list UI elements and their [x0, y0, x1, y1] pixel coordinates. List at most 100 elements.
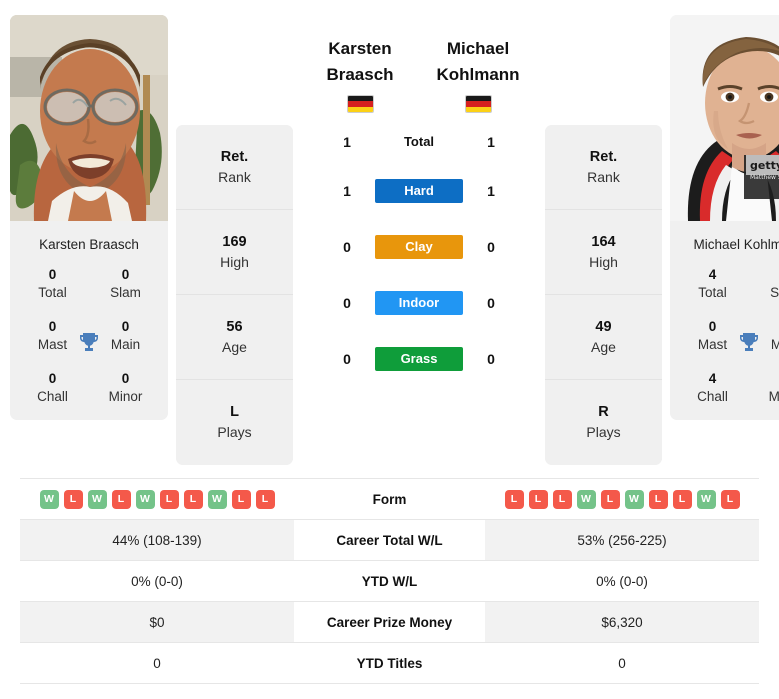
right-titles-chall-value: 4 [708, 371, 717, 386]
left-titles-chall: 0 Chall [16, 370, 89, 406]
left-titles-minor: 0 Minor [89, 370, 162, 406]
form-chip-loss[interactable]: L [183, 489, 203, 509]
left-player-first-name: Karsten [328, 39, 392, 58]
form-chip-loss[interactable]: L [111, 489, 131, 509]
right-player-first-name: Michael [446, 39, 510, 58]
surface-badge-hard[interactable]: Hard [375, 179, 463, 203]
left-stat-high: 169 High [176, 210, 293, 295]
left-titles-total: 0 Total [16, 266, 89, 302]
table-row: 0% (0-0) YTD W/L 0% (0-0) [20, 560, 759, 602]
right-player-last-name: Kohlmann [436, 65, 520, 84]
right-player-titles: 4 Total 0 Slam 0 Mast 0 Main 4 Chall [670, 266, 779, 420]
left-titles-slam-value: 0 [121, 267, 130, 282]
player-comparison-page: Karsten Braasch 0 Total 0 Slam 0 Mast 0 … [0, 0, 779, 699]
h2h-row-hard: 1 Hard 1 [301, 163, 537, 219]
table-row: $0 Career Prize Money $6,320 [20, 601, 759, 643]
right-titles-total: 4 Total [676, 266, 749, 302]
form-chip-win[interactable]: W [624, 489, 644, 509]
form-chip-win[interactable]: W [39, 489, 59, 509]
table-row: 44% (108-139) Career Total W/L 53% (256-22… [20, 519, 759, 561]
form-chip-loss[interactable]: L [600, 489, 620, 509]
table-row: 0 YTD Titles 0 [20, 642, 759, 684]
left-titles-chall-value: 0 [48, 371, 57, 386]
form-chip-loss[interactable]: L [648, 489, 668, 509]
h2h-left-count-indoor: 0 [343, 295, 351, 311]
right-player-name-block[interactable]: Michael Kohlmann [419, 36, 537, 113]
right-stat-age-value: 49 [595, 318, 612, 335]
left-stat-plays: L Plays [176, 380, 293, 465]
surface-badge-total: Total [403, 134, 435, 149]
h2h-right-count-hard: 1 [487, 183, 495, 199]
form-chip-loss[interactable]: L [720, 489, 740, 509]
right-stat-rank-value: Ret. [589, 148, 618, 165]
h2h-right-count-indoor: 0 [487, 295, 495, 311]
form-chip-win[interactable]: W [696, 489, 716, 509]
right-stat-age-label: Age [591, 338, 616, 355]
right-stat-age: 49 Age [545, 295, 662, 380]
right-player-photo: gettyimages Matthew Stockman [670, 15, 779, 221]
h2h-right-count-clay: 0 [487, 239, 495, 255]
left-stat-rank-value: Ret. [220, 148, 249, 165]
right-stat-high: 164 High [545, 210, 662, 295]
right-player-card[interactable]: gettyimages Matthew Stockman Michael Koh… [670, 15, 779, 420]
left-value-cell: 44% (108-139) [20, 519, 294, 561]
form-chip-loss[interactable]: L [63, 489, 83, 509]
h2h-row-indoor: 0 Indoor 0 [301, 275, 537, 331]
left-player-photo-name: Karsten Braasch [10, 221, 168, 266]
left-titles-total-label: Total [38, 285, 67, 300]
form-chip-loss[interactable]: L [231, 489, 251, 509]
right-player-germany-flag-icon [464, 95, 492, 113]
right-stat-plays-value: R [598, 404, 609, 420]
left-stat-age-label: Age [222, 338, 247, 355]
row-label-cell: Form [294, 478, 485, 520]
left-titles-slam-label: Slam [110, 285, 141, 300]
form-chip-win[interactable]: W [135, 489, 155, 509]
comparison-stats-table: W L W L W L L W L L Form L L L W L W L L W L 44% (108-139) Car… [20, 478, 759, 684]
left-stat-age: 56 Age [176, 295, 293, 380]
right-value-cell: LLLWLWLLWL [485, 478, 759, 520]
left-value-cell: WLWLWLLWLL [20, 478, 294, 520]
surface-breakdown-list: 1 Total 1 1 Hard 1 0 Clay 0 0 Indoor 0 0 Grass 0 [301, 121, 537, 387]
form-chip-loss[interactable]: L [504, 489, 524, 509]
form-chip-win[interactable]: W [576, 489, 596, 509]
left-player-photo [10, 15, 168, 221]
h2h-row-grass: 0 Grass 0 [301, 331, 537, 387]
left-stat-high-label: High [220, 253, 249, 270]
comparison-header: Karsten Braasch 0 Total 0 Slam 0 Mast 0 … [0, 0, 779, 470]
surface-badge-indoor[interactable]: Indoor [375, 291, 463, 315]
left-stat-column: Ret. Rank 169 High 56 Age L Plays [176, 125, 293, 465]
right-form-strip: LLLWLWLLWL [485, 489, 759, 509]
right-stat-high-label: High [589, 253, 618, 270]
left-titles-minor-value: 0 [121, 371, 130, 386]
left-player-card[interactable]: Karsten Braasch 0 Total 0 Slam 0 Mast 0 … [10, 15, 168, 420]
form-chip-loss[interactable]: L [528, 489, 548, 509]
right-titles-slam: 0 Slam [749, 266, 779, 302]
right-titles-total-value: 4 [708, 267, 717, 282]
left-player-germany-flag-icon [346, 95, 374, 113]
right-stat-high-value: 164 [591, 233, 616, 250]
left-form-strip: WLWLWLLWLL [20, 489, 294, 509]
form-chip-win[interactable]: W [207, 489, 227, 509]
left-titles-chall-label: Chall [37, 389, 68, 404]
left-stat-rank: Ret. Rank [176, 125, 293, 210]
player-names-row: Karsten Braasch Michael Kohlmann [301, 36, 537, 113]
form-chip-loss[interactable]: L [552, 489, 572, 509]
h2h-row-clay: 0 Clay 0 [301, 219, 537, 275]
left-stat-plays-value: L [230, 404, 239, 420]
table-row: W L W L W L L W L L Form L L L W L W L L W L [20, 478, 759, 520]
form-chip-loss[interactable]: L [159, 489, 179, 509]
left-stat-age-value: 56 [226, 318, 243, 335]
form-chip-loss[interactable]: L [255, 489, 275, 509]
surface-badge-grass[interactable]: Grass [375, 347, 463, 371]
form-chip-win[interactable]: W [87, 489, 107, 509]
trophy-icon [77, 330, 101, 358]
left-player-name-block[interactable]: Karsten Braasch [301, 36, 419, 113]
form-chip-loss[interactable]: L [672, 489, 692, 509]
right-value-cell: 0% (0-0) [485, 560, 759, 602]
left-titles-slam: 0 Slam [89, 266, 162, 302]
h2h-row-total: 1 Total 1 [301, 121, 537, 163]
right-stat-column: Ret. Rank 164 High 49 Age R Plays [545, 125, 662, 465]
h2h-left-count-grass: 0 [343, 351, 351, 367]
row-label-cell: YTD Titles [294, 642, 485, 684]
surface-badge-clay[interactable]: Clay [375, 235, 463, 259]
